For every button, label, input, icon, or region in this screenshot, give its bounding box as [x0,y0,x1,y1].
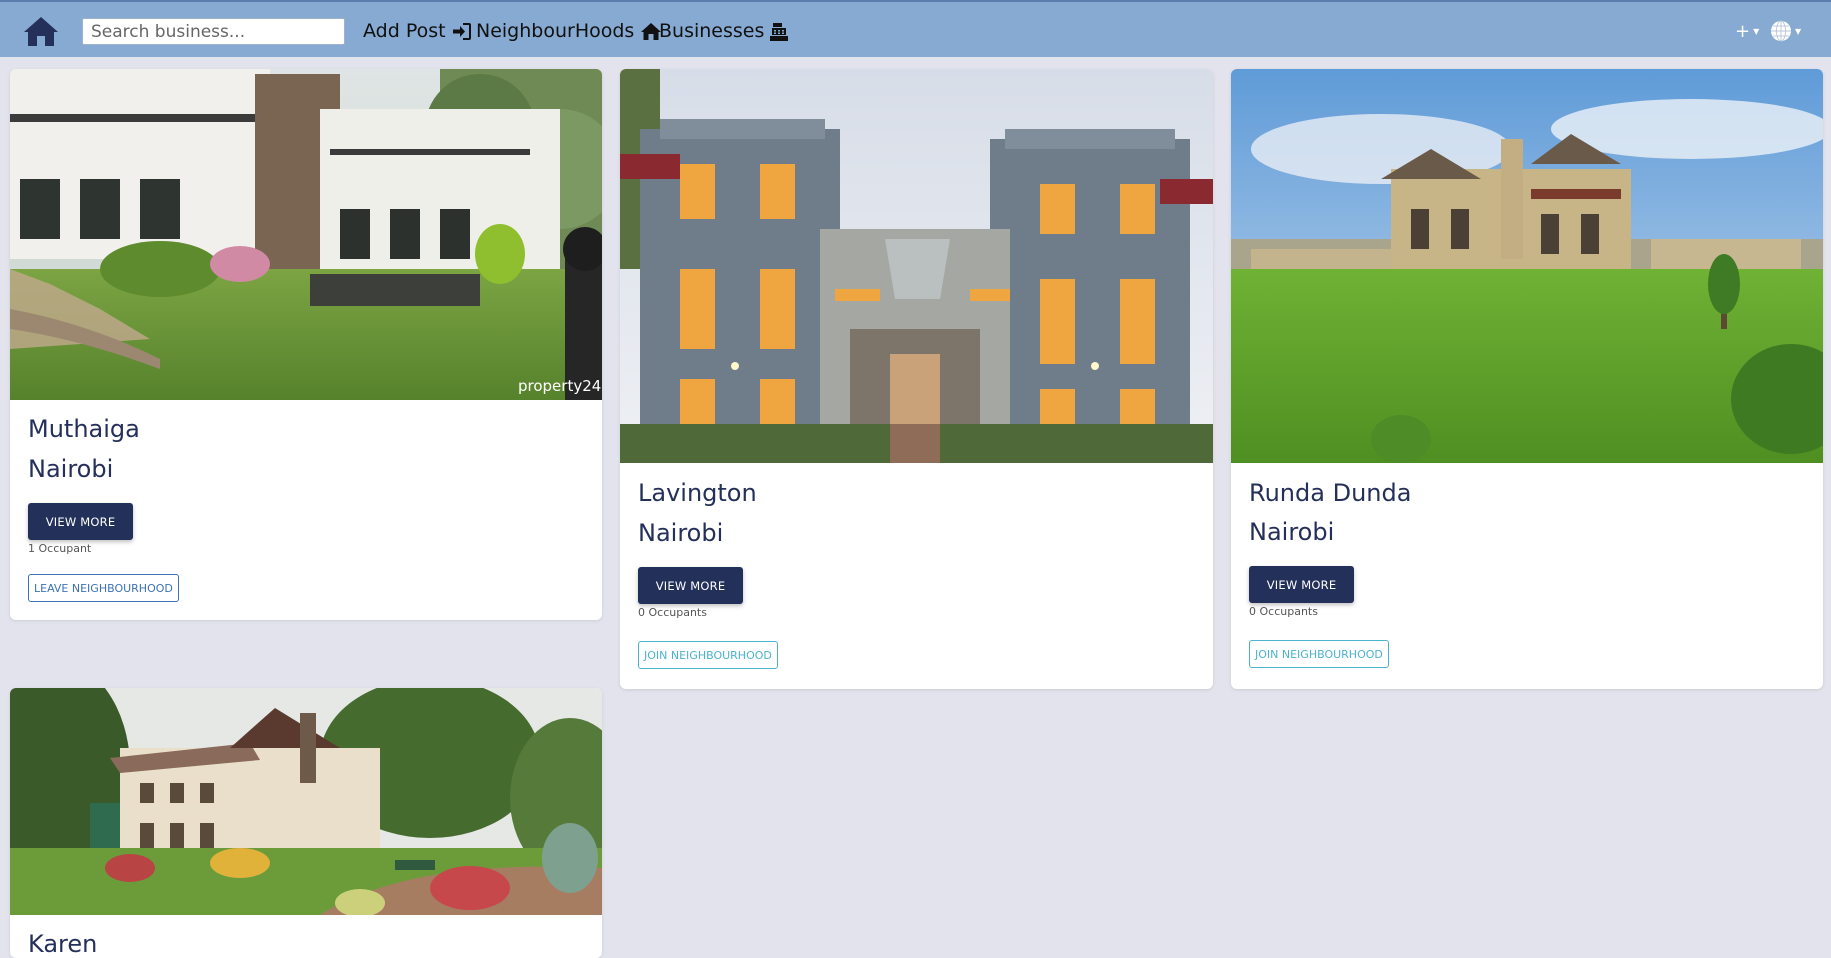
add-post-label: Add Post [363,20,446,42]
occupant-count: 0 Occupants [1249,605,1318,618]
view-more-button[interactable]: VIEW MORE [28,503,133,540]
plus-icon: + [1735,20,1751,42]
occupant-count: 1 Occupant [28,542,92,555]
neighbourhood-card: Runda Dunda Nairobi VIEW MORE 0 Occupant… [1231,69,1823,689]
top-navbar: Add Post NeighbourHoods Businesses + ▼ [0,0,1831,57]
chevron-down-icon: ▼ [1753,26,1760,36]
photo-watermark: property24 [518,377,601,395]
neighbourhoods-label: NeighbourHoods [476,20,635,42]
businesses-link[interactable]: Businesses [659,18,789,44]
join-neighbourhood-button[interactable]: JOIN NEIGHBOURHOOD [1249,640,1389,668]
neighbourhood-name: Muthaiga [28,415,140,443]
neighbourhood-photo [620,69,1213,463]
cash-register-icon [770,22,789,41]
leave-neighbourhood-button[interactable]: LEAVE NEIGHBOURHOOD [28,574,179,602]
neighbourhood-name: Lavington [638,479,757,507]
neighbourhood-card: property24 Muthaiga Nairobi VIEW MORE 1 … [10,69,602,620]
neighbourhood-photo [10,688,602,915]
neighbourhood-photo: property24 [10,69,602,400]
neighbourhood-name: Karen [28,930,98,958]
neighbourhood-card: Karen [10,688,602,958]
user-menu-dropdown[interactable]: ▼ [1770,18,1801,44]
globe-icon [1771,20,1791,42]
occupant-count: 0 Occupants [638,606,707,619]
neighbourhood-city: Nairobi [638,519,724,547]
neighbourhood-card: Lavington Nairobi VIEW MORE 0 Occupants … [620,69,1213,689]
neighbourhoods-link[interactable]: NeighbourHoods [476,18,662,44]
home-icon[interactable] [23,15,59,47]
neighbourhood-name: Runda Dunda [1249,479,1412,507]
chevron-down-icon: ▼ [1795,26,1802,36]
view-more-button[interactable]: VIEW MORE [638,567,743,604]
search-business-input[interactable] [82,18,345,45]
view-more-button[interactable]: VIEW MORE [1249,566,1354,603]
add-post-link[interactable]: Add Post [363,18,471,44]
neighbourhood-photo [1231,69,1823,463]
add-menu-dropdown[interactable]: + ▼ [1735,18,1759,44]
join-neighbourhood-button[interactable]: JOIN NEIGHBOURHOOD [638,641,778,669]
neighbourhood-city: Nairobi [28,455,114,483]
neighbourhood-city: Nairobi [1249,518,1335,546]
businesses-label: Businesses [659,20,765,42]
sign-in-icon [452,22,471,40]
